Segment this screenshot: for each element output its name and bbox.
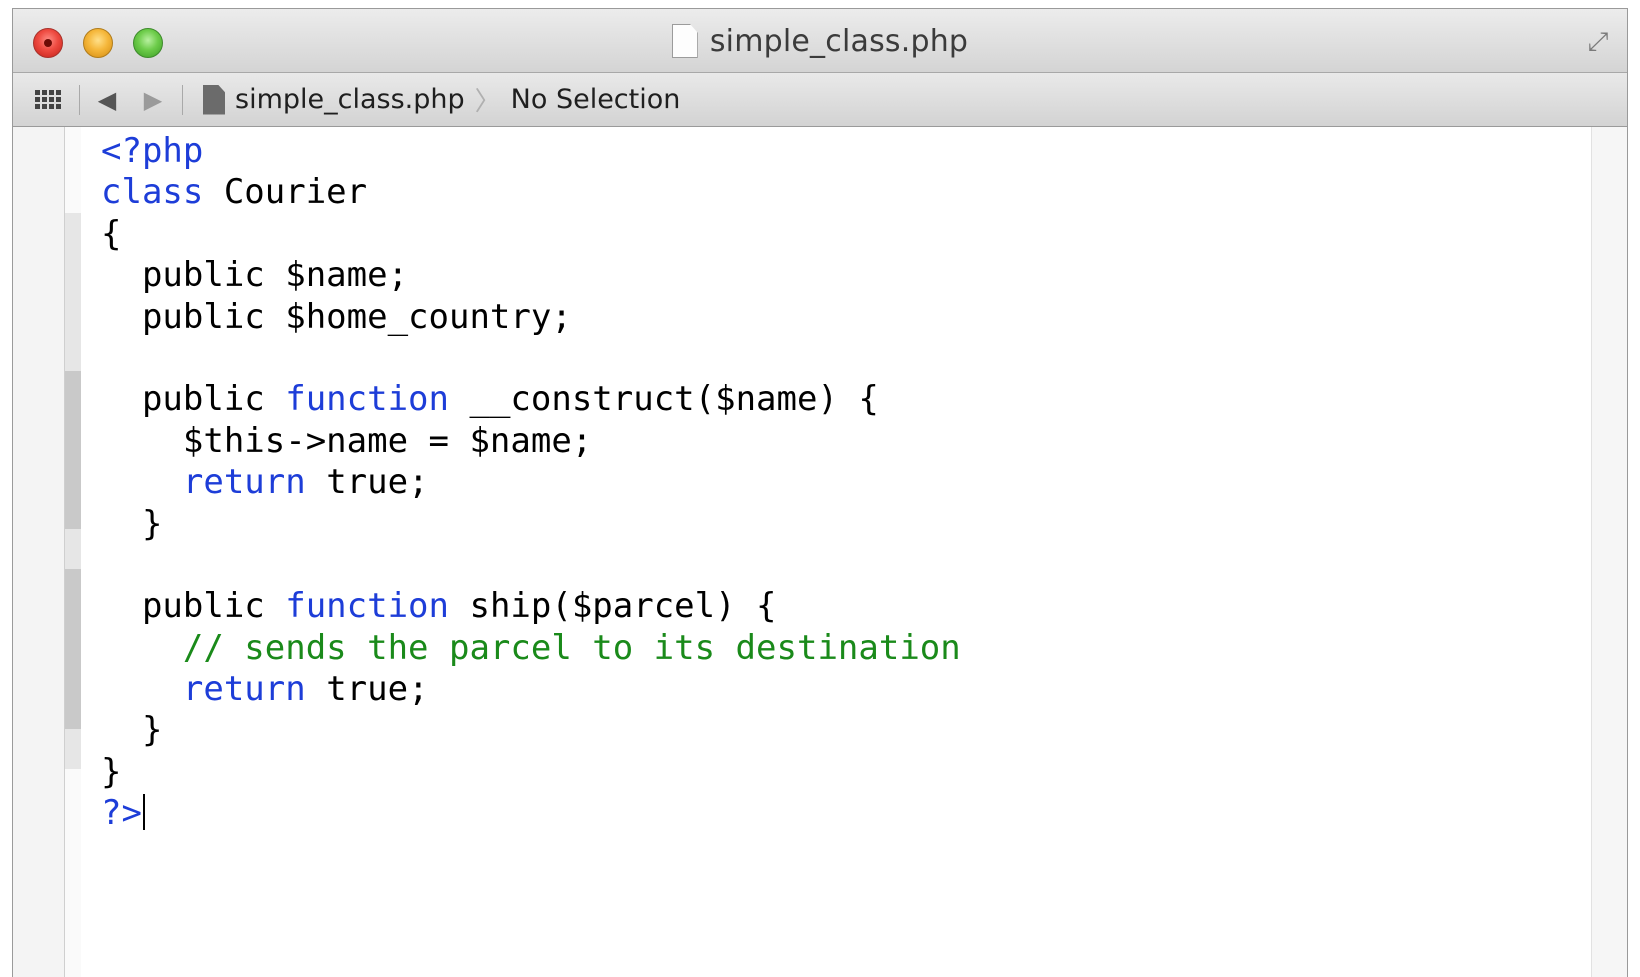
- code-folding-ribbon[interactable]: [65, 127, 81, 977]
- code-line[interactable]: public function ship($parcel) {: [101, 586, 961, 627]
- vertical-scroller[interactable]: [1591, 127, 1627, 977]
- code-keyword: return: [182, 669, 306, 710]
- code-token: $this->name = $name;: [101, 420, 593, 461]
- code-line[interactable]: // sends the parcel to its destination: [101, 628, 961, 669]
- forward-arrow-icon[interactable]: ▶: [140, 86, 166, 114]
- code-line[interactable]: class Courier: [101, 172, 961, 213]
- code-line[interactable]: return true;: [101, 462, 961, 503]
- code-line[interactable]: }: [101, 504, 961, 545]
- code-comment: // sends the parcel to its destination: [101, 627, 961, 668]
- text-caret: [142, 794, 145, 831]
- code-token: Courier: [203, 172, 368, 213]
- code-line[interactable]: [101, 338, 961, 379]
- code-line[interactable]: }: [101, 710, 961, 751]
- jump-bar-divider: [182, 84, 183, 115]
- code-token: {: [101, 213, 122, 254]
- breadcrumb-chevron-icon: 〉: [474, 87, 501, 117]
- jump-bar-divider: [79, 84, 80, 115]
- file-icon: [203, 84, 225, 115]
- code-token: }: [101, 503, 163, 544]
- code-line[interactable]: public $name;: [101, 255, 961, 296]
- code-line[interactable]: $this->name = $name;: [101, 421, 961, 462]
- code-token: public $name;: [101, 255, 409, 296]
- code-line[interactable]: public $home_country;: [101, 297, 961, 338]
- breadcrumb-file[interactable]: simple_class.php: [235, 84, 465, 115]
- document-icon: [671, 24, 698, 58]
- jump-bar: ◀ ▶ simple_class.php 〉 No Selection: [13, 73, 1627, 127]
- code-token: ship($parcel) {: [449, 586, 777, 627]
- related-items-grid-icon[interactable]: [35, 89, 63, 111]
- code-keyword: return: [182, 462, 306, 503]
- code-line[interactable]: return true;: [101, 669, 961, 710]
- code-token: public: [101, 586, 286, 627]
- code-line[interactable]: public function __construct($name) {: [101, 379, 961, 420]
- code-token: }: [101, 751, 122, 792]
- breadcrumb-selection[interactable]: No Selection: [511, 84, 681, 115]
- title-bar[interactable]: simple_class.php ⤢: [13, 9, 1627, 73]
- code-keyword: <?php: [101, 131, 204, 171]
- editor-window: simple_class.php ⤢ ◀ ▶ simple_class.php …: [12, 8, 1628, 977]
- code-keyword: ?>: [101, 793, 142, 834]
- code-token: }: [101, 710, 163, 751]
- code-token: public $home_country;: [101, 296, 572, 337]
- back-arrow-icon[interactable]: ◀: [94, 86, 120, 114]
- code-line[interactable]: ?>: [101, 793, 961, 834]
- title-group: simple_class.php: [13, 23, 1627, 59]
- code-keyword: class: [101, 172, 204, 213]
- code-token: __construct($name) {: [449, 379, 879, 420]
- code-keyword: function: [285, 586, 449, 627]
- window-title: simple_class.php: [709, 23, 969, 59]
- code-token: true;: [305, 669, 429, 710]
- line-gutter[interactable]: [13, 127, 65, 977]
- code-token: public: [101, 379, 286, 420]
- code-editor[interactable]: <?php class Courier{ public $name; public…: [13, 127, 1627, 977]
- code-token: true;: [305, 462, 429, 503]
- code-text[interactable]: <?php class Courier{ public $name; public…: [101, 131, 961, 835]
- fullscreen-icon[interactable]: ⤢: [1583, 27, 1613, 57]
- code-line[interactable]: <?php: [101, 131, 961, 172]
- code-keyword: function: [285, 379, 449, 420]
- code-line[interactable]: {: [101, 214, 961, 255]
- code-line[interactable]: [101, 545, 961, 586]
- code-line[interactable]: }: [101, 752, 961, 793]
